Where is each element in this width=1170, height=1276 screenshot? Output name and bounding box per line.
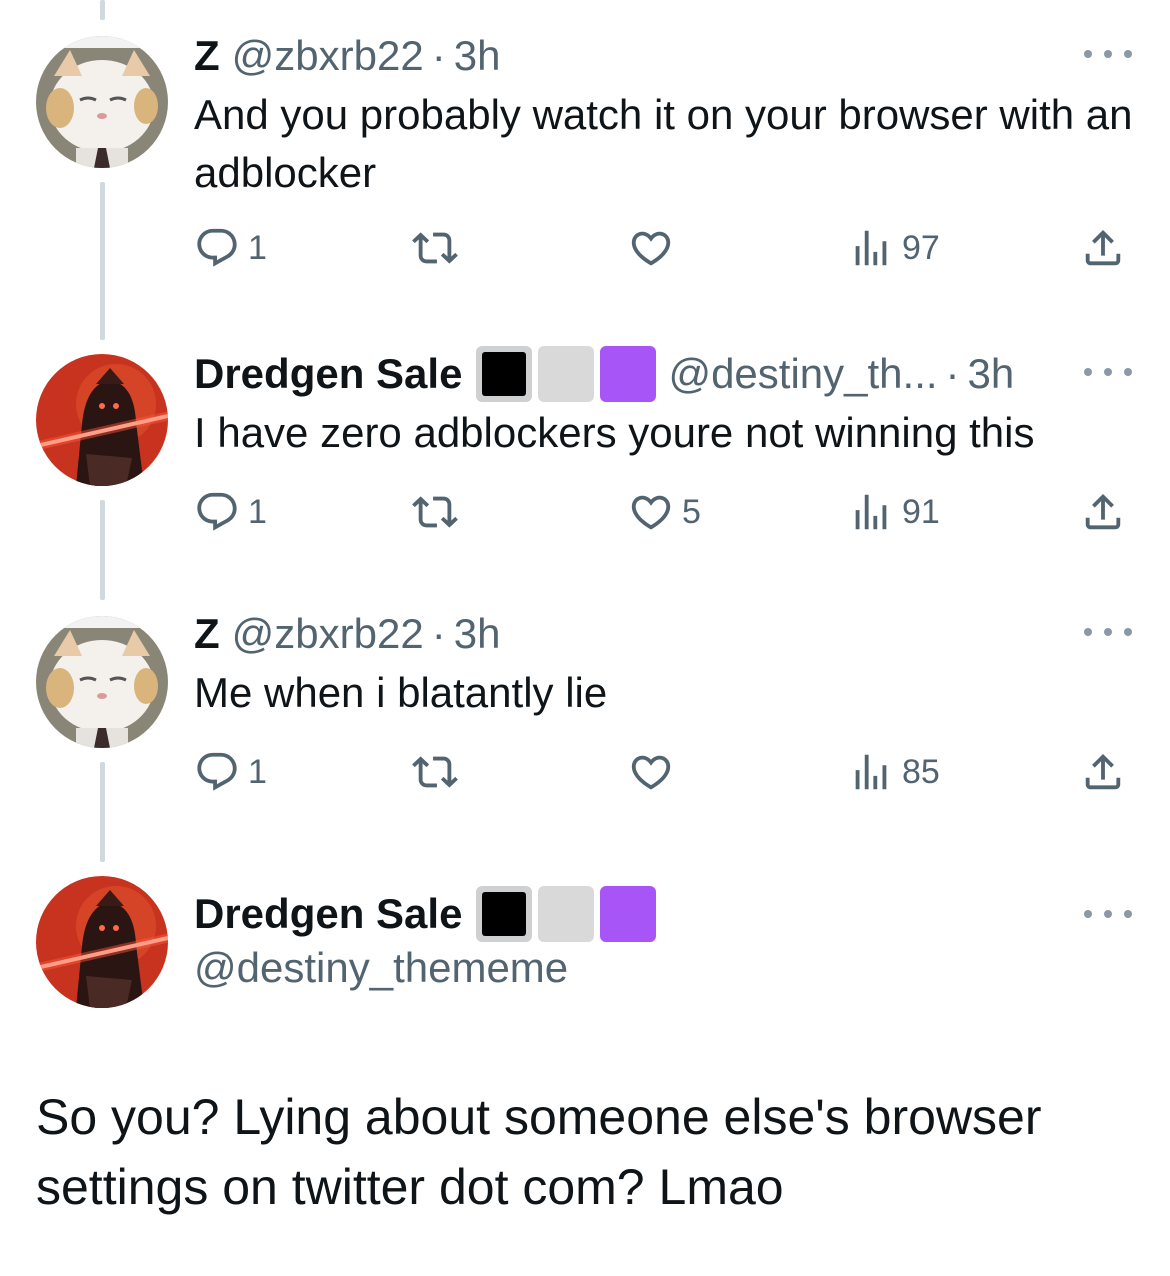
thread-line-2 xyxy=(100,500,105,600)
timestamp[interactable]: 3h xyxy=(968,348,1015,400)
like-count: 5 xyxy=(682,492,701,531)
retweet-icon xyxy=(412,225,458,271)
author-handle[interactable]: @zbxrb22 xyxy=(232,30,424,82)
author-name[interactable]: Z xyxy=(194,30,220,82)
author-handle[interactable]: @destiny_thememe xyxy=(194,942,656,994)
share-button[interactable] xyxy=(1080,484,1126,540)
view-count: 85 xyxy=(902,752,940,791)
retweet-button[interactable] xyxy=(412,744,458,800)
thread-line-1 xyxy=(100,182,105,340)
purple-square-emoji xyxy=(600,346,657,402)
more-options-button[interactable] xyxy=(1084,622,1132,642)
reply-count: 1 xyxy=(248,752,267,791)
timestamp[interactable]: 3h xyxy=(454,30,501,82)
reply-count: 1 xyxy=(248,228,267,267)
white-square-emoji xyxy=(538,886,595,942)
tweet-actions: 1 97 xyxy=(194,220,1134,276)
reply-icon xyxy=(194,749,240,795)
tweet-header: Z @zbxrb22 · 3h xyxy=(194,30,500,82)
reply-button[interactable]: 1 xyxy=(194,220,267,276)
retweet-icon xyxy=(412,489,458,535)
heart-icon xyxy=(628,225,674,271)
views-icon xyxy=(848,489,894,535)
more-options-button[interactable] xyxy=(1084,44,1132,64)
views-button[interactable]: 91 xyxy=(848,484,940,540)
reply-button[interactable]: 1 xyxy=(194,484,267,540)
share-icon xyxy=(1080,749,1126,795)
purple-square-emoji xyxy=(600,886,657,942)
reply-count: 1 xyxy=(248,492,267,531)
more-options-button[interactable] xyxy=(1084,362,1132,382)
views-button[interactable]: 85 xyxy=(848,744,940,800)
warrior-avatar-image xyxy=(36,876,168,1008)
tweet-text: And you probably watch it on your browse… xyxy=(194,91,1133,196)
tweet-text: I have zero adblockers youre not winning… xyxy=(194,409,1035,456)
author-name[interactable]: Dredgen Sale xyxy=(194,888,462,940)
thread-line-3 xyxy=(100,762,105,862)
avatar[interactable] xyxy=(36,876,168,1008)
tweet-header: Dredgen Sale @destiny_th... · 3h xyxy=(194,346,1014,402)
tweet-actions: 1 85 xyxy=(194,744,1134,800)
more-options-button[interactable] xyxy=(1084,904,1132,924)
share-button[interactable] xyxy=(1080,220,1126,276)
retweet-button[interactable] xyxy=(412,220,458,276)
white-square-emoji xyxy=(538,346,595,402)
author-name[interactable]: Dredgen Sale xyxy=(194,348,462,400)
views-icon xyxy=(848,749,894,795)
share-icon xyxy=(1080,489,1126,535)
retweet-button[interactable] xyxy=(412,484,458,540)
like-button[interactable] xyxy=(628,220,674,276)
views-button[interactable]: 97 xyxy=(848,220,940,276)
retweet-icon xyxy=(412,749,458,795)
timestamp[interactable]: 3h xyxy=(454,608,501,660)
views-icon xyxy=(848,225,894,271)
main-tweet-header: Dredgen Sale @destiny_thememe xyxy=(194,886,657,994)
separator: · xyxy=(431,610,446,657)
heart-icon xyxy=(628,489,674,535)
share-button[interactable] xyxy=(1080,744,1126,800)
author-handle[interactable]: @destiny_th... xyxy=(668,348,937,400)
share-icon xyxy=(1080,225,1126,271)
author-handle[interactable]: @zbxrb22 xyxy=(232,608,424,660)
tweet-header: Z @zbxrb22 · 3h xyxy=(194,608,500,660)
avatar[interactable] xyxy=(36,354,168,486)
view-count: 97 xyxy=(902,228,940,267)
main-tweet-text: So you? Lying about someone else's brows… xyxy=(36,1089,1042,1215)
tweet-text: Me when i blatantly lie xyxy=(194,669,608,716)
black-square-emoji xyxy=(476,886,533,942)
view-count: 91 xyxy=(902,492,940,531)
like-button[interactable]: 5 xyxy=(628,484,701,540)
thread-line-top xyxy=(100,0,105,20)
reply-icon xyxy=(194,225,240,271)
reply-button[interactable]: 1 xyxy=(194,744,267,800)
cat-avatar-image xyxy=(36,36,168,168)
tweet-actions: 1 5 91 xyxy=(194,484,1134,540)
warrior-avatar-image xyxy=(36,354,168,486)
separator: · xyxy=(945,350,960,397)
avatar[interactable] xyxy=(36,36,168,168)
heart-icon xyxy=(628,749,674,795)
black-square-emoji xyxy=(476,346,533,402)
avatar[interactable] xyxy=(36,616,168,748)
separator: · xyxy=(431,32,446,79)
author-name[interactable]: Z xyxy=(194,608,220,660)
like-button[interactable] xyxy=(628,744,674,800)
reply-icon xyxy=(194,489,240,535)
main-author-row: Dredgen Sale xyxy=(194,886,657,942)
cat-avatar-image xyxy=(36,616,168,748)
